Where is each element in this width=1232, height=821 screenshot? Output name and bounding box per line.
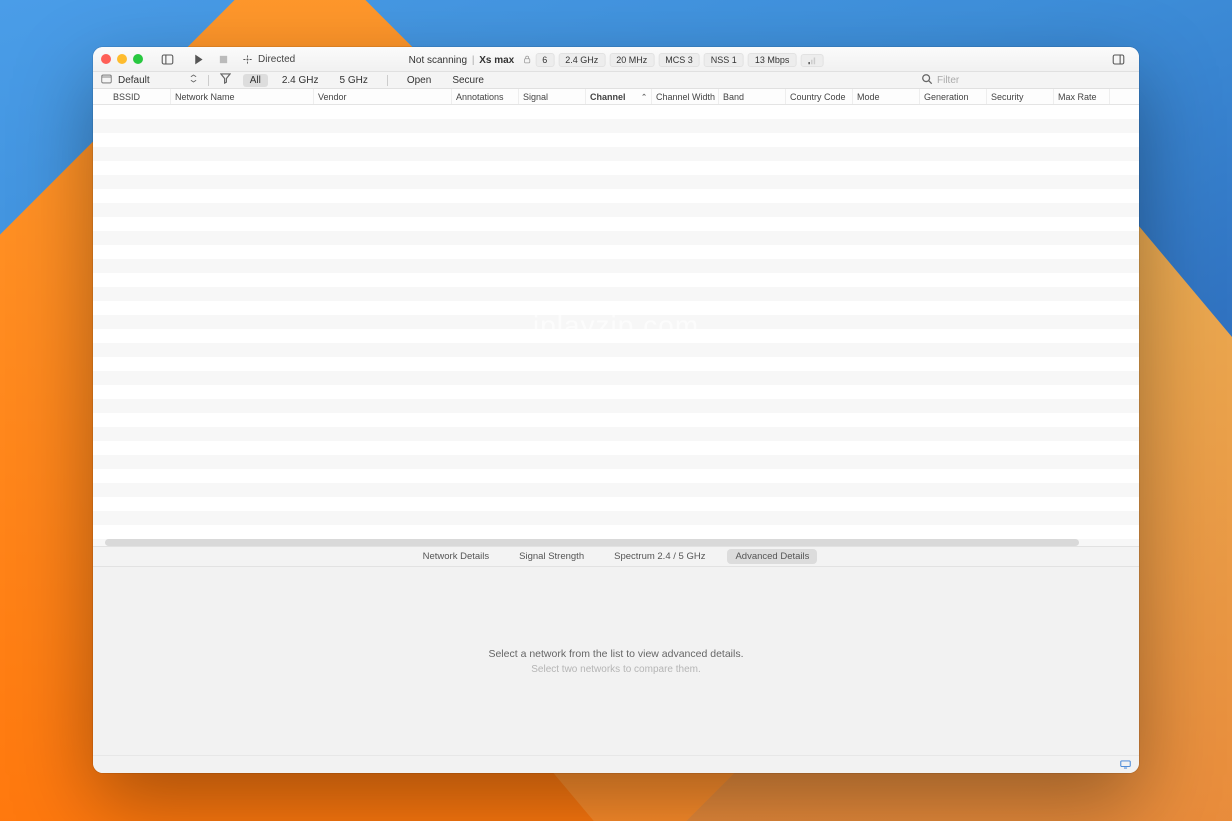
close-button[interactable] xyxy=(101,54,111,64)
filter-open[interactable]: Open xyxy=(400,74,438,87)
chip-mcs: MCS 3 xyxy=(658,53,700,67)
right-panel-toggle-icon[interactable] xyxy=(1110,51,1127,68)
detail-body: Select a network from the list to view a… xyxy=(93,567,1139,755)
detail-placeholder-line2: Select two networks to compare them. xyxy=(531,664,701,675)
detail-placeholder-line1: Select a network from the list to view a… xyxy=(488,648,743,660)
col-chwidth[interactable]: Channel Width xyxy=(652,89,719,104)
col-channel[interactable]: Channel xyxy=(586,89,652,104)
detail-tabs: Network Details Signal Strength Spectrum… xyxy=(93,546,1139,567)
stop-icon[interactable] xyxy=(215,51,232,68)
funnel-icon[interactable] xyxy=(220,73,231,87)
col-annot[interactable]: Annotations xyxy=(452,89,519,104)
footer xyxy=(93,755,1139,773)
horizontal-scrollbar[interactable] xyxy=(105,539,1079,546)
filter-24ghz[interactable]: 2.4 GHz xyxy=(275,74,326,87)
display-icon[interactable] xyxy=(1120,756,1131,774)
filter-5ghz[interactable]: 5 GHz xyxy=(333,74,375,87)
watermark: iplayzip.com xyxy=(533,310,699,342)
traffic-lights xyxy=(101,54,143,64)
chip-nss: NSS 1 xyxy=(704,53,744,67)
scan-status: Not scanning | Xs max xyxy=(409,55,515,66)
search-wrap xyxy=(921,73,1131,88)
col-rate[interactable]: Max Rate xyxy=(1054,89,1110,104)
directed-label: Directed xyxy=(258,54,295,65)
zoom-button[interactable] xyxy=(133,54,143,64)
signal-bars-icon xyxy=(800,54,823,67)
profile-select[interactable]: Default xyxy=(118,74,197,86)
directed-scan-button[interactable]: Directed xyxy=(242,54,295,65)
titlebar: Directed Not scanning | Xs max 6 2.4 GHz… xyxy=(93,47,1139,71)
tab-network-details[interactable]: Network Details xyxy=(415,549,498,564)
chip-band: 2.4 GHz xyxy=(558,53,605,67)
col-signal[interactable]: Signal xyxy=(519,89,586,104)
search-icon[interactable] xyxy=(921,73,933,88)
chip-width: 20 MHz xyxy=(609,53,654,67)
col-cc[interactable]: Country Code xyxy=(786,89,853,104)
status-chips: Not scanning | Xs max 6 2.4 GHz 20 MHz M… xyxy=(409,51,824,69)
play-icon[interactable] xyxy=(190,51,207,68)
network-table-body[interactable]: iplayzip.com xyxy=(93,105,1139,546)
window-icon xyxy=(101,74,112,87)
lock-icon xyxy=(522,51,531,69)
minimize-button[interactable] xyxy=(117,54,127,64)
app-window: Directed Not scanning | Xs max 6 2.4 GHz… xyxy=(93,47,1139,773)
updown-icon xyxy=(190,74,197,86)
col-name[interactable]: Network Name xyxy=(171,89,314,104)
tab-signal-strength[interactable]: Signal Strength xyxy=(511,549,592,564)
chip-rate: 13 Mbps xyxy=(748,53,797,67)
tab-advanced-details[interactable]: Advanced Details xyxy=(727,549,817,564)
col-gen[interactable]: Generation xyxy=(920,89,987,104)
profile-name: Default xyxy=(118,75,150,86)
col-sec[interactable]: Security xyxy=(987,89,1054,104)
column-headers: BSSIDNetwork NameVendorAnnotationsSignal… xyxy=(93,89,1139,105)
col-mode[interactable]: Mode xyxy=(853,89,920,104)
sidebar-toggle-icon[interactable] xyxy=(159,51,176,68)
col-bssid[interactable]: BSSID xyxy=(109,89,171,104)
chip-channel: 6 xyxy=(535,53,554,67)
tab-spectrum[interactable]: Spectrum 2.4 / 5 GHz xyxy=(606,549,713,564)
filter-bar: Default All 2.4 GHz 5 GHz Open Secure xyxy=(93,71,1139,89)
search-input[interactable] xyxy=(937,75,1107,86)
col-band[interactable]: Band xyxy=(719,89,786,104)
filter-all[interactable]: All xyxy=(243,74,268,87)
col-vendor[interactable]: Vendor xyxy=(314,89,452,104)
filter-secure[interactable]: Secure xyxy=(445,74,491,87)
